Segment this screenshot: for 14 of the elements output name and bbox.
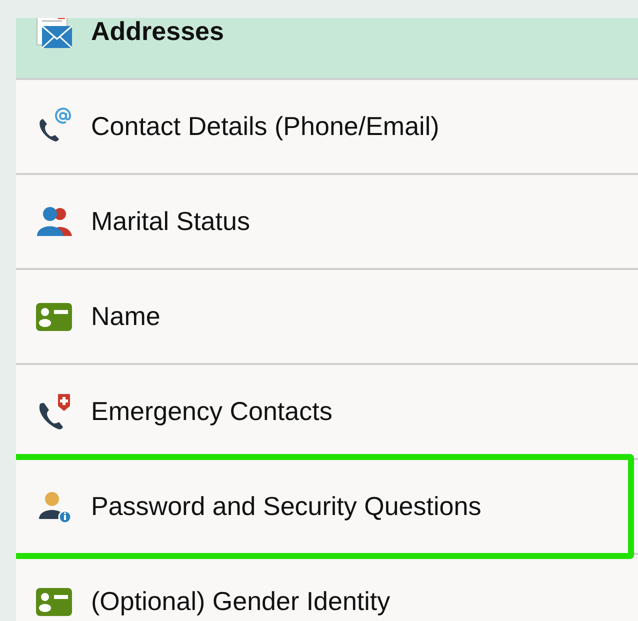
- menu-item-label: Marital Status: [91, 206, 250, 237]
- menu-item[interactable]: Emergency Contacts: [16, 365, 638, 460]
- menu-item[interactable]: Contact Details (Phone/Email): [16, 80, 638, 175]
- menu-item[interactable]: (Optional) Gender Identity: [16, 555, 638, 621]
- menu-item[interactable]: Marital Status: [16, 175, 638, 270]
- menu-item-label: Password and Security Questions: [91, 491, 482, 522]
- menu-item-label: Name: [91, 301, 160, 332]
- menu-item-label: Contact Details (Phone/Email): [91, 111, 440, 142]
- menu-item-label: (Optional) Gender Identity: [91, 586, 390, 617]
- menu-item-label: Emergency Contacts: [91, 396, 332, 427]
- menu-item[interactable]: Name: [16, 270, 638, 365]
- address-card-icon: [34, 18, 74, 52]
- menu-item[interactable]: Addresses: [16, 18, 638, 80]
- menu-item-label: Addresses: [91, 18, 224, 47]
